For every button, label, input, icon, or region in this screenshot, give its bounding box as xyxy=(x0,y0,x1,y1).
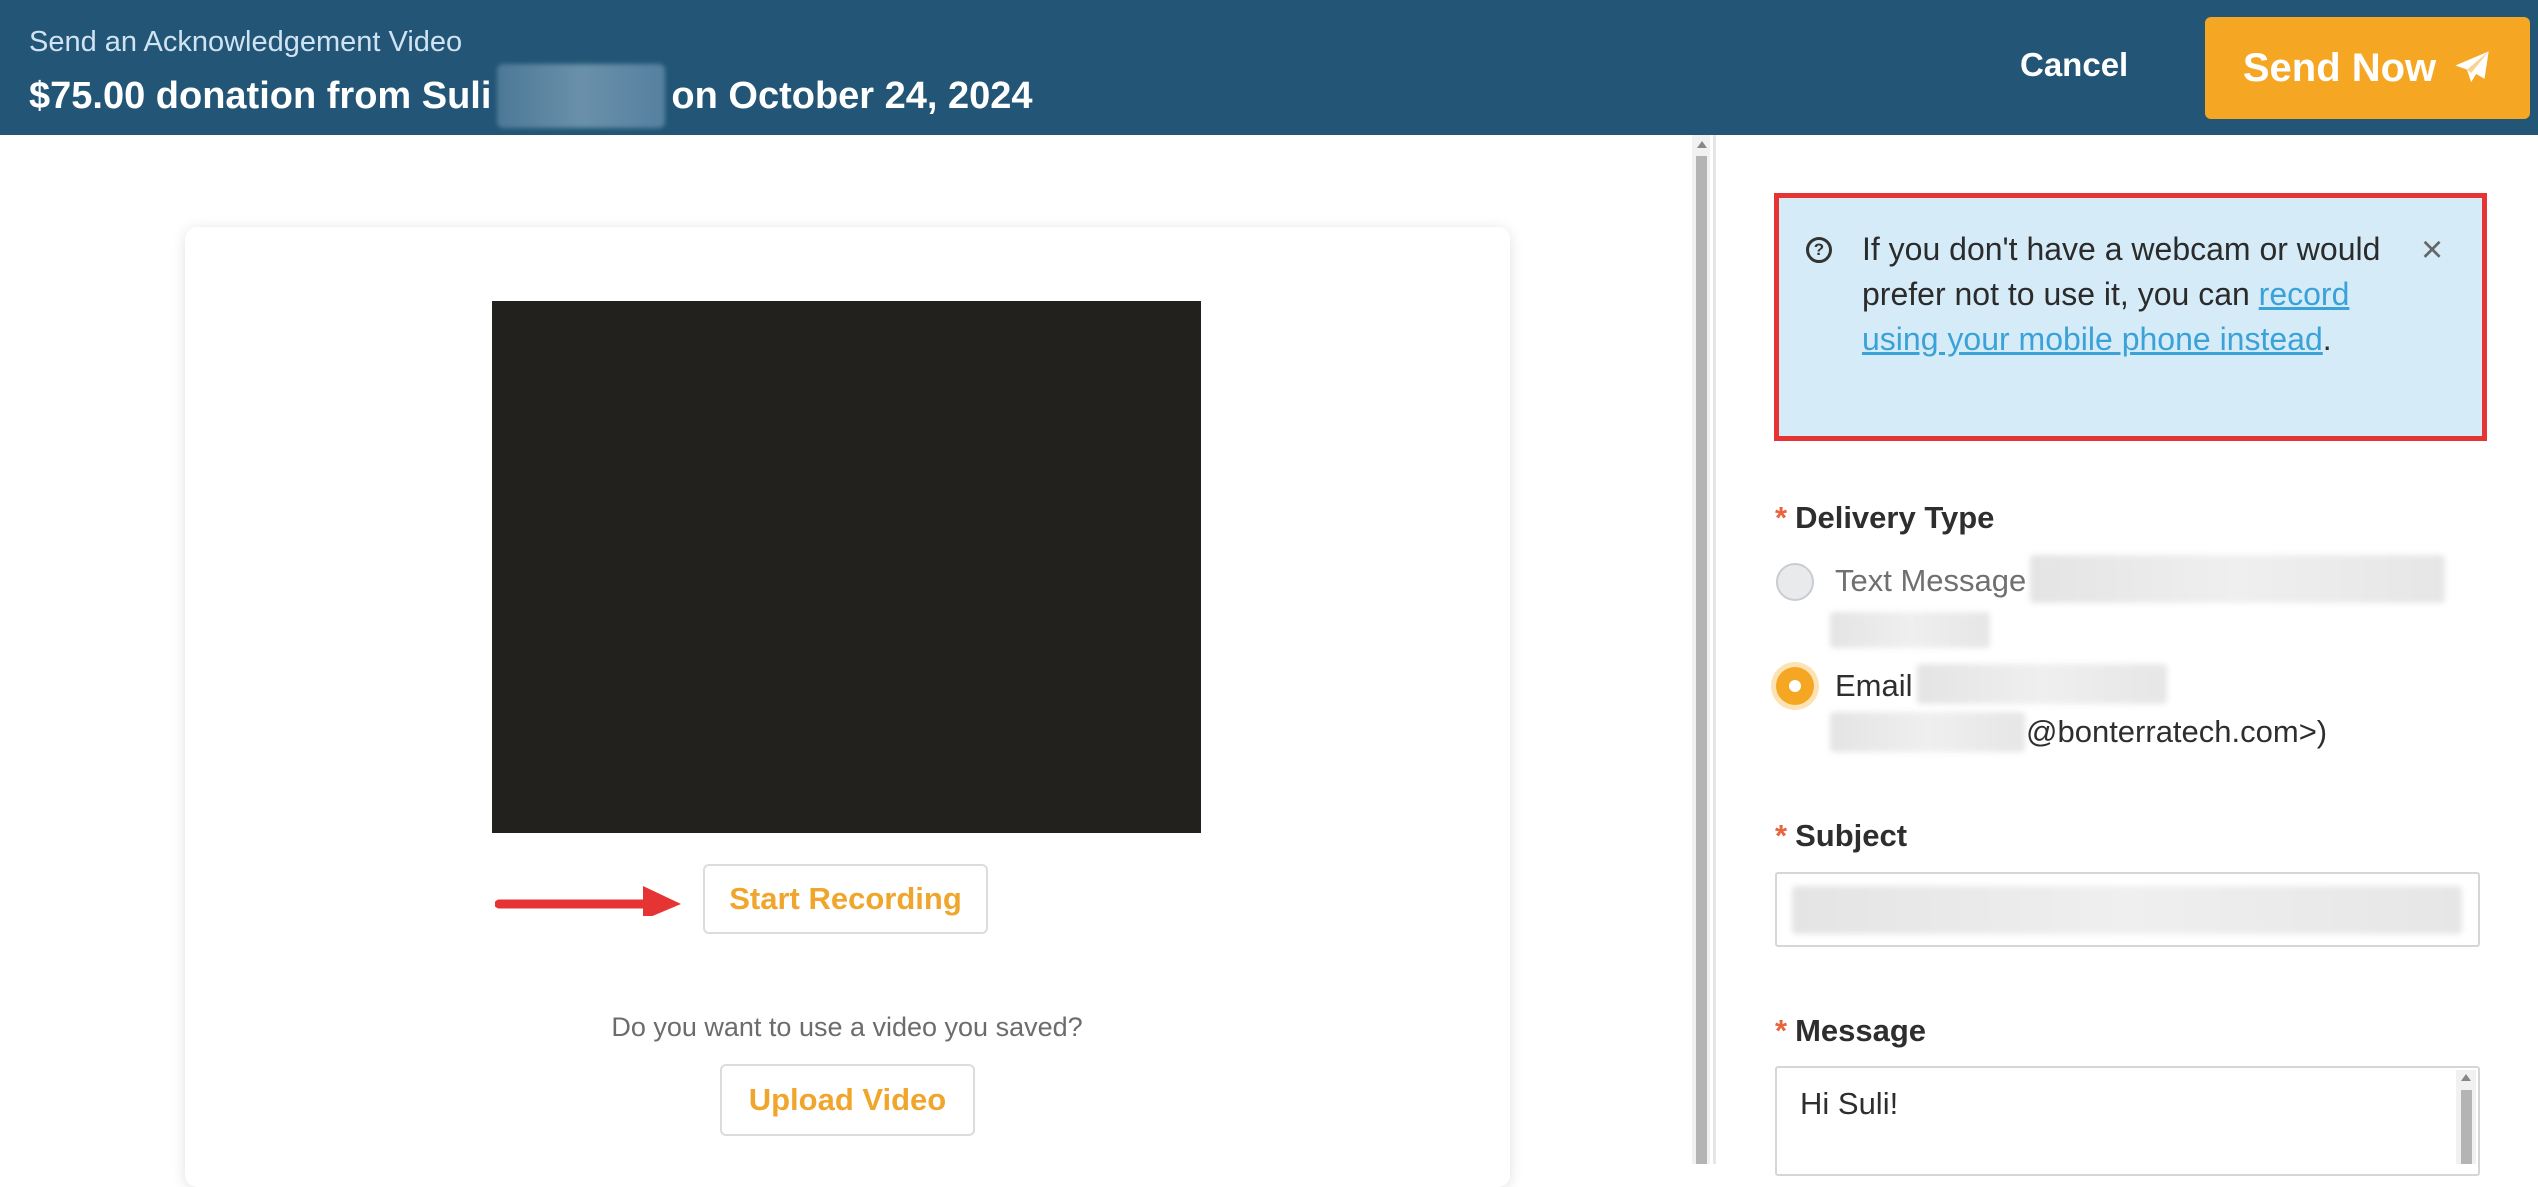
webcam-preview xyxy=(492,301,1201,833)
redacted-phone-extra xyxy=(1830,612,1990,648)
text-message-label[interactable]: Text Message xyxy=(1835,563,2026,599)
scroll-thumb[interactable] xyxy=(1696,156,1707,1164)
redacted-email-name xyxy=(1917,664,2167,704)
send-now-label: Send Now xyxy=(2242,45,2437,90)
scroll-up-arrow-icon[interactable] xyxy=(1697,141,1707,148)
saved-video-question: Do you want to use a video you saved? xyxy=(611,1012,1083,1042)
subject-label: * Subject xyxy=(1775,818,1907,854)
message-text: Message xyxy=(1795,1013,1927,1048)
redacted-phone xyxy=(2030,555,2445,603)
message-scroll-thumb[interactable] xyxy=(2461,1090,2472,1164)
text-message-radio[interactable] xyxy=(1776,563,1814,601)
message-value: Hi Suli! xyxy=(1800,1086,1899,1121)
message-scroll-up-icon[interactable] xyxy=(2461,1074,2471,1081)
start-recording-button[interactable]: Start Recording xyxy=(703,864,988,934)
info-message: If you don't have a webcam or would pref… xyxy=(1862,227,2382,362)
title-prefix: $75.00 donation from Suli xyxy=(29,74,492,117)
email-label[interactable]: Email xyxy=(1835,668,1913,704)
required-mark: * xyxy=(1775,1013,1788,1048)
header-subtitle: Send an Acknowledgement Video xyxy=(29,26,463,58)
cancel-button[interactable]: Cancel xyxy=(2020,46,2128,84)
required-mark: * xyxy=(1775,818,1788,853)
delivery-type-text: Delivery Type xyxy=(1795,500,1995,535)
redacted-email-user xyxy=(1830,712,2025,752)
redacted-surname xyxy=(497,64,666,128)
upload-video-button[interactable]: Upload Video xyxy=(720,1064,975,1136)
header-title: $75.00 donation from Suli on October 24,… xyxy=(29,64,1033,128)
pane-divider xyxy=(1713,135,1716,1164)
top-header: Send an Acknowledgement Video $75.00 don… xyxy=(0,0,2538,135)
email-radio[interactable] xyxy=(1776,667,1814,705)
title-suffix: on October 24, 2024 xyxy=(671,74,1033,117)
email-domain: @bonterratech.com>) xyxy=(2026,714,2328,749)
delivery-type-label: * Delivery Type xyxy=(1775,500,1994,536)
info-text-after: . xyxy=(2322,321,2332,357)
arrow-annotation-icon xyxy=(495,886,681,916)
send-now-button[interactable]: Send Now xyxy=(2205,17,2530,119)
redacted-subject xyxy=(1792,886,2462,934)
required-mark: * xyxy=(1775,500,1788,535)
question-circle-icon: ? xyxy=(1806,237,1832,263)
subject-text: Subject xyxy=(1795,818,1908,853)
message-label: * Message xyxy=(1775,1013,1926,1049)
paper-plane-icon xyxy=(2455,51,2489,83)
close-icon[interactable]: × xyxy=(2421,230,2443,270)
